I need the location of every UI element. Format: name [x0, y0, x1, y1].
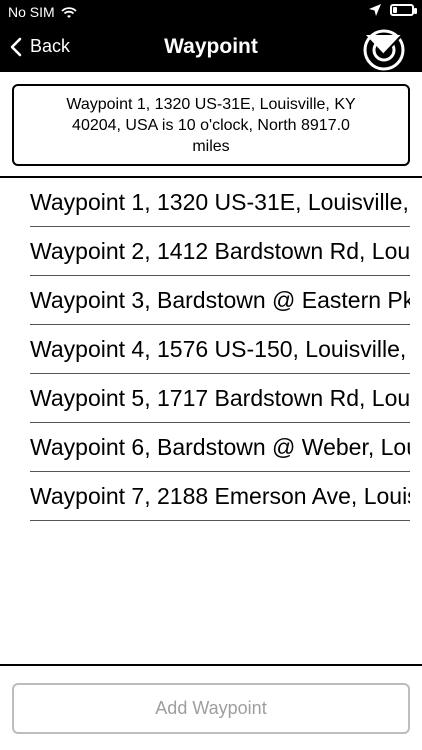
radar-icon	[363, 29, 405, 71]
summary-line: miles	[192, 137, 230, 155]
summary-line: Waypoint 1, 1320 US-31E, Louisville, KY	[66, 95, 356, 113]
page-title: Waypoint	[164, 35, 258, 58]
summary-line: 40204, USA is 10 o'clock, North 8917.0	[72, 116, 350, 134]
status-bar: No SIM	[0, 0, 422, 24]
waypoint-label: Waypoint 4, 1576 US-150, Louisville, KY …	[30, 336, 410, 362]
waypoint-label: Waypoint 1, 1320 US-31E, Louisville, KY …	[30, 189, 410, 215]
waypoint-row[interactable]: Waypoint 1, 1320 US-31E, Louisville, KY …	[0, 178, 422, 227]
waypoint-label: Waypoint 6, Bardstown @ Weber, Louisvill…	[30, 434, 410, 460]
radar-button[interactable]	[362, 28, 406, 72]
status-right	[368, 3, 417, 17]
waypoint-list: Waypoint 1, 1320 US-31E, Louisville, KY …	[0, 178, 422, 663]
waypoint-row[interactable]: Waypoint 4, 1576 US-150, Louisville, KY …	[0, 325, 422, 374]
waypoint-label: Waypoint 7, 2188 Emerson Ave, Louisville…	[30, 483, 410, 509]
waypoint-row[interactable]: Waypoint 7, 2188 Emerson Ave, Louisville…	[0, 472, 422, 521]
navigation-bar: Back Waypoint	[0, 24, 422, 72]
waypoint-label: Waypoint 5, 1717 Bardstown Rd, Louisvill…	[30, 385, 410, 411]
wifi-icon	[61, 6, 77, 18]
divider	[0, 664, 422, 666]
row-divider	[30, 520, 410, 521]
waypoint-row[interactable]: Waypoint 2, 1412 Bardstown Rd, Louisvill…	[0, 227, 422, 276]
carrier-label: No SIM	[8, 4, 55, 20]
waypoint-label: Waypoint 3, Bardstown @ Eastern Pkwy, Lo…	[30, 287, 410, 313]
waypoint-row[interactable]: Waypoint 5, 1717 Bardstown Rd, Louisvill…	[0, 374, 422, 423]
waypoint-label: Waypoint 2, 1412 Bardstown Rd, Louisvill…	[30, 238, 410, 264]
waypoint-row[interactable]: Waypoint 3, Bardstown @ Eastern Pkwy, Lo…	[0, 276, 422, 325]
battery-icon	[390, 4, 417, 16]
add-waypoint-button[interactable]: Add Waypoint	[12, 683, 410, 734]
direction-summary: Waypoint 1, 1320 US-31E, Louisville, KY …	[12, 84, 410, 166]
location-arrow-icon	[368, 3, 382, 17]
waypoint-row[interactable]: Waypoint 6, Bardstown @ Weber, Louisvill…	[0, 423, 422, 472]
carrier-info: No SIM	[8, 4, 77, 20]
